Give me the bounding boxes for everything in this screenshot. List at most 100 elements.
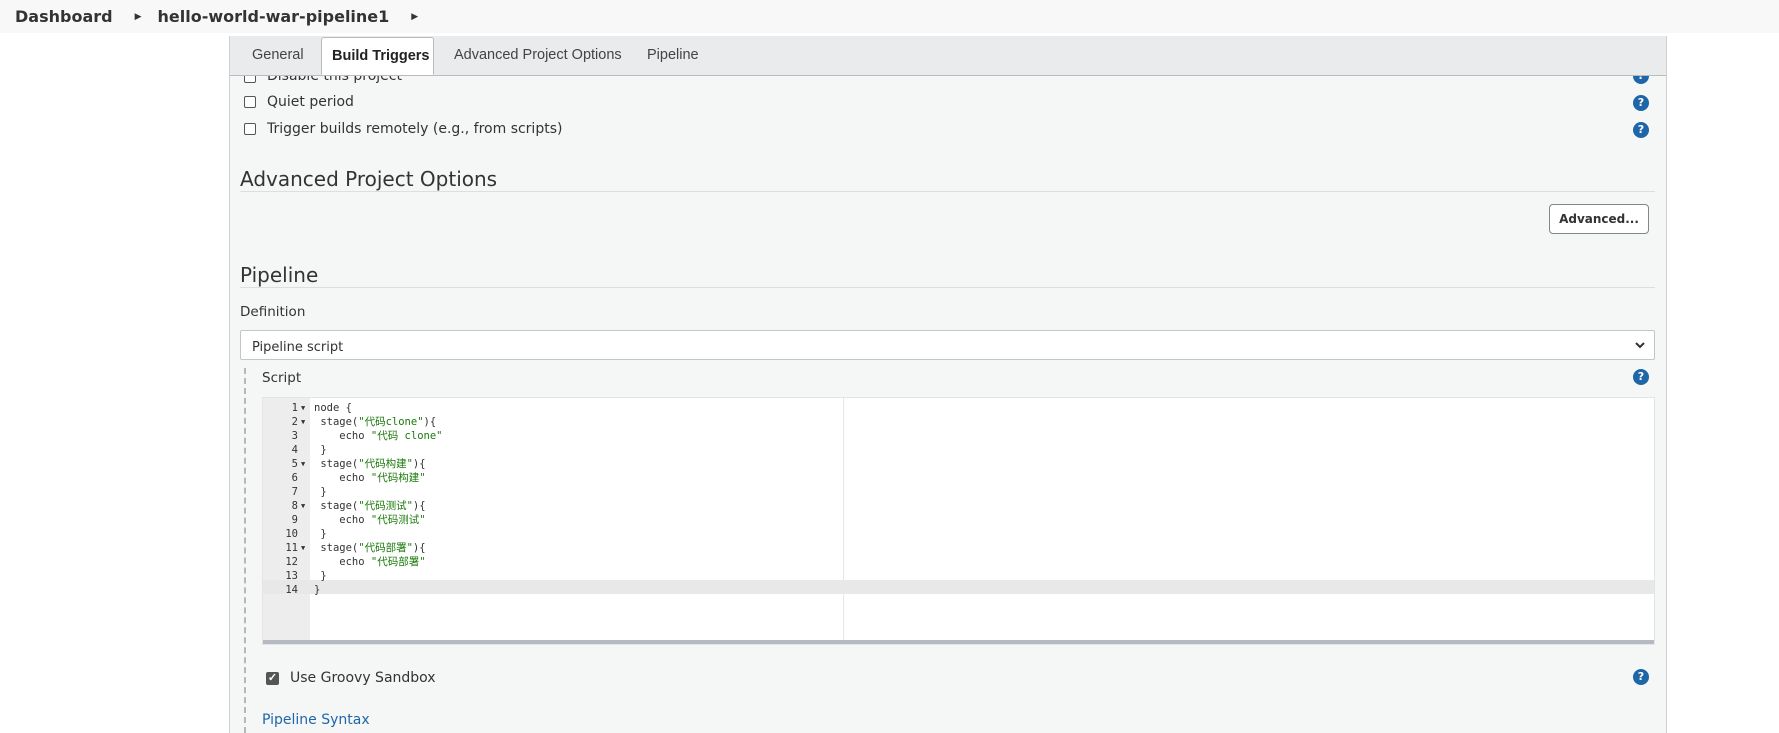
chevron-right-icon[interactable]: ▶ xyxy=(135,12,142,22)
line-number: 1 xyxy=(291,402,298,414)
breadcrumb-dashboard[interactable]: Dashboard xyxy=(15,7,113,26)
line-number: 3 xyxy=(291,430,298,442)
line-number: 12 xyxy=(285,556,298,568)
code-token: stage( xyxy=(314,500,359,512)
trigger-remotely-label: Trigger builds remotely (e.g., from scri… xyxy=(267,121,563,137)
code-token: echo xyxy=(314,472,371,484)
advanced-button[interactable]: Advanced... xyxy=(1549,204,1649,234)
string-literal: "代码 clone" xyxy=(370,430,443,442)
line-number: 7 xyxy=(291,486,298,498)
chevron-right-icon[interactable]: ▶ xyxy=(411,12,418,22)
line-number: 10 xyxy=(285,528,298,540)
definition-select[interactable]: Pipeline script xyxy=(240,330,1655,360)
fold-toggle-icon[interactable]: ▼ xyxy=(301,457,305,471)
disable-project-row: Disable this project ? xyxy=(229,76,1665,86)
groovy-sandbox-checkbox[interactable]: ✓ xyxy=(266,672,279,685)
code-line: 10 } xyxy=(263,527,1654,541)
line-number: 13 xyxy=(285,570,298,582)
code-text: } xyxy=(314,444,327,456)
quiet-period-checkbox[interactable] xyxy=(244,96,256,108)
tab-advanced-project-options[interactable]: Advanced Project Options xyxy=(454,36,622,75)
code-token: ){ xyxy=(412,500,426,512)
string-literal: "代码测试" xyxy=(358,500,413,512)
code-line: 12 echo "代码部署" xyxy=(263,555,1654,569)
help-icon[interactable]: ? xyxy=(1633,669,1649,685)
pipeline-title: Pipeline xyxy=(240,263,319,287)
tab-bar: General Build Triggers Advanced Project … xyxy=(230,36,1666,76)
string-literal: "代码构建" xyxy=(358,458,413,470)
code-line: 11 ▼ stage("代码部署"){ xyxy=(263,541,1654,555)
line-number: 9 xyxy=(291,514,298,526)
line-number: 11 xyxy=(285,542,298,554)
line-number: 4 xyxy=(291,444,298,456)
code-text: echo "代码测试" xyxy=(314,513,426,527)
code-text: stage("代码clone"){ xyxy=(314,415,436,429)
script-label: Script xyxy=(262,370,302,386)
fold-toggle-icon[interactable]: ▼ xyxy=(301,401,305,415)
divider xyxy=(240,191,1655,192)
fold-toggle-icon[interactable]: ▼ xyxy=(301,541,305,555)
code-token: stage( xyxy=(314,458,359,470)
code-text: stage("代码构建"){ xyxy=(314,457,425,471)
code-line: 6 echo "代码构建" xyxy=(263,471,1654,485)
help-icon[interactable]: ? xyxy=(1633,369,1649,385)
code-token: echo xyxy=(314,556,371,568)
string-literal: "代码部署" xyxy=(370,556,426,568)
line-number: 6 xyxy=(291,472,298,484)
groovy-sandbox-label: Use Groovy Sandbox xyxy=(290,670,436,686)
divider xyxy=(240,287,1655,288)
code-text: echo "代码 clone" xyxy=(314,429,442,443)
script-editor[interactable]: 1 ▼ node {2 ▼ stage("代码clone"){3 echo "代码 c… xyxy=(262,397,1655,645)
string-literal: "代码测试" xyxy=(370,514,426,526)
code-line: 4 } xyxy=(263,443,1654,457)
code-token: stage( xyxy=(314,416,359,428)
help-icon[interactable]: ? xyxy=(1633,95,1649,111)
tab-general[interactable]: General xyxy=(252,36,304,75)
code-text: echo "代码部署" xyxy=(314,555,426,569)
line-number: 5 xyxy=(291,458,298,470)
code-token: echo xyxy=(314,430,371,442)
string-literal: "代码部署" xyxy=(358,542,413,554)
code-token: stage( xyxy=(314,542,359,554)
code-text: stage("代码部署"){ xyxy=(314,541,426,555)
line-number: 8 xyxy=(291,500,298,512)
string-literal: "代码构建" xyxy=(370,472,426,484)
tab-pipeline[interactable]: Pipeline xyxy=(647,36,699,75)
quiet-period-label: Quiet period xyxy=(267,94,354,110)
code-text: } xyxy=(314,584,321,596)
code-line: 7 } xyxy=(263,485,1654,499)
code-line: 13 } xyxy=(263,569,1654,583)
help-icon[interactable]: ? xyxy=(1633,76,1649,84)
code-line: 5 ▼ stage("代码构建"){ xyxy=(263,457,1654,471)
help-icon[interactable]: ? xyxy=(1633,122,1649,138)
code-line: 1 ▼ node { xyxy=(263,401,1654,415)
code-line: 3 echo "代码 clone" xyxy=(263,429,1654,443)
nested-section-indicator xyxy=(244,368,246,733)
code-line: 9 echo "代码测试" xyxy=(263,513,1654,527)
trigger-remotely-checkbox[interactable] xyxy=(244,123,256,135)
code-text: } xyxy=(314,570,327,582)
code-line: 2 ▼ stage("代码clone"){ xyxy=(263,415,1654,429)
disable-project-checkbox[interactable] xyxy=(244,76,256,83)
pipeline-syntax-link[interactable]: Pipeline Syntax xyxy=(262,712,370,728)
code-text: stage("代码测试"){ xyxy=(314,499,426,513)
tab-build-triggers[interactable]: Build Triggers xyxy=(321,37,434,75)
string-literal: "代码clone" xyxy=(358,416,424,428)
disable-project-label: Disable this project xyxy=(267,76,402,84)
chevron-down-icon xyxy=(1635,342,1645,349)
code-text: } xyxy=(314,486,327,498)
line-number: 14 xyxy=(285,584,298,596)
definition-select-value: Pipeline script xyxy=(252,340,344,355)
code-token: ){ xyxy=(412,542,426,554)
editor-scrollbar[interactable] xyxy=(263,640,1654,644)
code-text: node { xyxy=(314,402,352,414)
breadcrumb-job[interactable]: hello-world-war-pipeline1 xyxy=(158,7,390,26)
code-line: 14} xyxy=(263,583,1654,597)
code-token: echo xyxy=(314,514,371,526)
code-token: ){ xyxy=(423,416,437,428)
fold-toggle-icon[interactable]: ▼ xyxy=(301,499,305,513)
fold-toggle-icon[interactable]: ▼ xyxy=(301,415,305,429)
definition-label: Definition xyxy=(240,304,306,320)
line-number: 2 xyxy=(291,416,298,428)
code-text: echo "代码构建" xyxy=(314,471,426,485)
